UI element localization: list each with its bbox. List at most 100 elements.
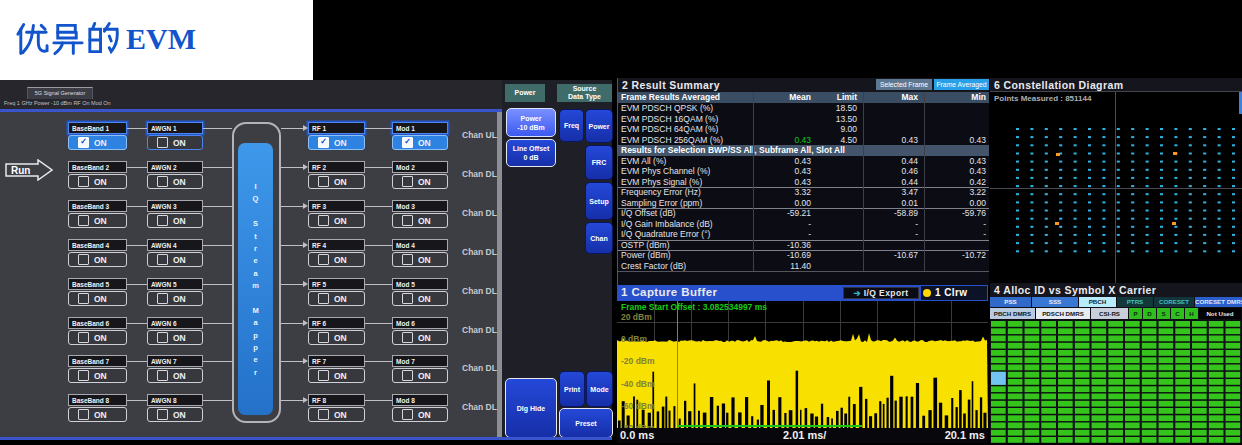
baseband-block-3[interactable]: BaseBand 3 [68, 200, 127, 212]
baseband-checkbox-1[interactable]: ✓ [78, 137, 89, 148]
awgn-block-4[interactable]: AWGN 4 [147, 239, 203, 251]
chan-button[interactable]: Chan [585, 222, 613, 254]
rf-block-3[interactable]: RF 3 [308, 200, 365, 212]
mod-block-5[interactable]: Mod 5 [392, 278, 448, 290]
mod-checkbox-6[interactable] [402, 332, 413, 343]
preset-button[interactable]: Preset [559, 408, 613, 438]
baseband-on-toggle-2[interactable]: ON [68, 174, 127, 189]
mod-checkbox-1[interactable]: ✓ [402, 137, 413, 148]
mod-checkbox-5[interactable] [402, 293, 413, 304]
baseband-block-4[interactable]: BaseBand 4 [68, 239, 127, 251]
awgn-block-2[interactable]: AWGN 2 [147, 161, 203, 173]
awgn-checkbox-3[interactable] [157, 215, 168, 226]
awgn-on-toggle-1[interactable]: ON [147, 135, 203, 150]
mod-checkbox-8[interactable] [402, 409, 413, 420]
baseband-on-toggle-6[interactable]: ON [68, 330, 127, 345]
rf-on-toggle-4[interactable]: ON [308, 252, 365, 267]
awgn-on-toggle-7[interactable]: ON [147, 368, 203, 383]
awgn-checkbox-5[interactable] [157, 293, 168, 304]
mod-on-toggle-5[interactable]: ON [392, 291, 448, 306]
generator-tab[interactable]: 5G Signal Generator [27, 87, 93, 99]
mod-block-6[interactable]: Mod 6 [392, 317, 448, 329]
baseband-on-toggle-8[interactable]: ON [68, 407, 127, 422]
alloc-id-title[interactable]: 4 Alloc ID vs Symbol X Carrier [990, 283, 1242, 297]
tag-selected-frame[interactable]: Selected Frame [876, 79, 932, 90]
awgn-block-1[interactable]: AWGN 1 [147, 122, 203, 134]
awgn-on-toggle-3[interactable]: ON [147, 213, 203, 228]
baseband-checkbox-3[interactable] [78, 215, 89, 226]
trace-indicator[interactable]: 1 Clrw [921, 286, 987, 300]
mod-on-toggle-3[interactable]: ON [392, 213, 448, 228]
awgn-checkbox-8[interactable] [157, 409, 168, 420]
mod-checkbox-3[interactable] [402, 215, 413, 226]
mod-on-toggle-2[interactable]: ON [392, 174, 448, 189]
baseband-block-2[interactable]: BaseBand 2 [68, 161, 127, 173]
awgn-checkbox-1[interactable] [157, 137, 168, 148]
rf-checkbox-6[interactable] [318, 332, 329, 343]
awgn-block-7[interactable]: AWGN 7 [147, 355, 203, 367]
rf-block-7[interactable]: RF 7 [308, 355, 365, 367]
rf-block-5[interactable]: RF 5 [308, 278, 365, 290]
awgn-checkbox-7[interactable] [157, 370, 168, 381]
rf-block-4[interactable]: RF 4 [308, 239, 365, 251]
baseband-block-7[interactable]: BaseBand 7 [68, 355, 127, 367]
mod-block-3[interactable]: Mod 3 [392, 200, 448, 212]
mod-on-toggle-7[interactable]: ON [392, 368, 448, 383]
rf-checkbox-2[interactable] [318, 176, 329, 187]
rf-on-toggle-2[interactable]: ON [308, 174, 365, 189]
awgn-block-5[interactable]: AWGN 5 [147, 278, 203, 290]
awgn-on-toggle-6[interactable]: ON [147, 330, 203, 345]
mod-checkbox-2[interactable] [402, 176, 413, 187]
mod-on-toggle-6[interactable]: ON [392, 330, 448, 345]
awgn-checkbox-4[interactable] [157, 254, 168, 265]
baseband-block-6[interactable]: BaseBand 6 [68, 317, 127, 329]
frc-button[interactable]: FRC [585, 145, 613, 180]
rf-block-1[interactable]: RF 1 [308, 122, 365, 134]
rf-on-toggle-6[interactable]: ON [308, 330, 365, 345]
baseband-block-1[interactable]: BaseBand 1 [68, 122, 127, 134]
rf-on-toggle-5[interactable]: ON [308, 291, 365, 306]
baseband-checkbox-8[interactable] [78, 409, 89, 420]
iq-export-button[interactable]: ➔ I/Q Export [843, 287, 919, 299]
line-offset-button[interactable]: Line Offset0 dB [506, 139, 556, 167]
mod-block-7[interactable]: Mod 7 [392, 355, 448, 367]
mod-block-8[interactable]: Mod 8 [392, 394, 448, 406]
rf-checkbox-5[interactable] [318, 293, 329, 304]
awgn-checkbox-6[interactable] [157, 332, 168, 343]
mod-block-1[interactable]: Mod 1 [392, 122, 448, 134]
baseband-on-toggle-5[interactable]: ON [68, 291, 127, 306]
rf-block-8[interactable]: RF 8 [308, 394, 365, 406]
awgn-on-toggle-5[interactable]: ON [147, 291, 203, 306]
print-button[interactable]: Print [559, 371, 585, 407]
mod-block-4[interactable]: Mod 4 [392, 239, 448, 251]
tag-frame-averaged[interactable]: Frame Averaged [934, 79, 989, 90]
baseband-block-8[interactable]: BaseBand 8 [68, 394, 127, 406]
rf-checkbox-3[interactable] [318, 215, 329, 226]
rf-checkbox-4[interactable] [318, 254, 329, 265]
baseband-checkbox-5[interactable] [78, 293, 89, 304]
mode-button[interactable]: Mode [586, 371, 613, 407]
baseband-checkbox-6[interactable] [78, 332, 89, 343]
baseband-on-toggle-3[interactable]: ON [68, 213, 127, 228]
run-button[interactable]: Run [5, 159, 53, 181]
rf-checkbox-8[interactable] [318, 409, 329, 420]
rf-on-toggle-3[interactable]: ON [308, 213, 365, 228]
rf-on-toggle-8[interactable]: ON [308, 407, 365, 422]
awgn-block-8[interactable]: AWGN 8 [147, 394, 203, 406]
rf-on-toggle-1[interactable]: ✓ON [308, 135, 365, 150]
rf-checkbox-1[interactable]: ✓ [318, 137, 329, 148]
baseband-on-toggle-7[interactable]: ON [68, 368, 127, 383]
baseband-on-toggle-4[interactable]: ON [68, 252, 127, 267]
awgn-on-toggle-4[interactable]: ON [147, 252, 203, 267]
awgn-on-toggle-2[interactable]: ON [147, 174, 203, 189]
mod-block-2[interactable]: Mod 2 [392, 161, 448, 173]
baseband-on-toggle-1[interactable]: ✓ON [68, 135, 127, 150]
mod-on-toggle-8[interactable]: ON [392, 407, 448, 422]
capture-buffer-titlebar[interactable]: 1 Capture Buffer ➔ I/Q Export 1 Clrw [617, 285, 988, 301]
mod-on-toggle-4[interactable]: ON [392, 252, 448, 267]
awgn-checkbox-2[interactable] [157, 176, 168, 187]
rf-block-2[interactable]: RF 2 [308, 161, 365, 173]
setup-button[interactable]: Setup [585, 182, 613, 220]
awgn-block-3[interactable]: AWGN 3 [147, 200, 203, 212]
rf-checkbox-7[interactable] [318, 370, 329, 381]
